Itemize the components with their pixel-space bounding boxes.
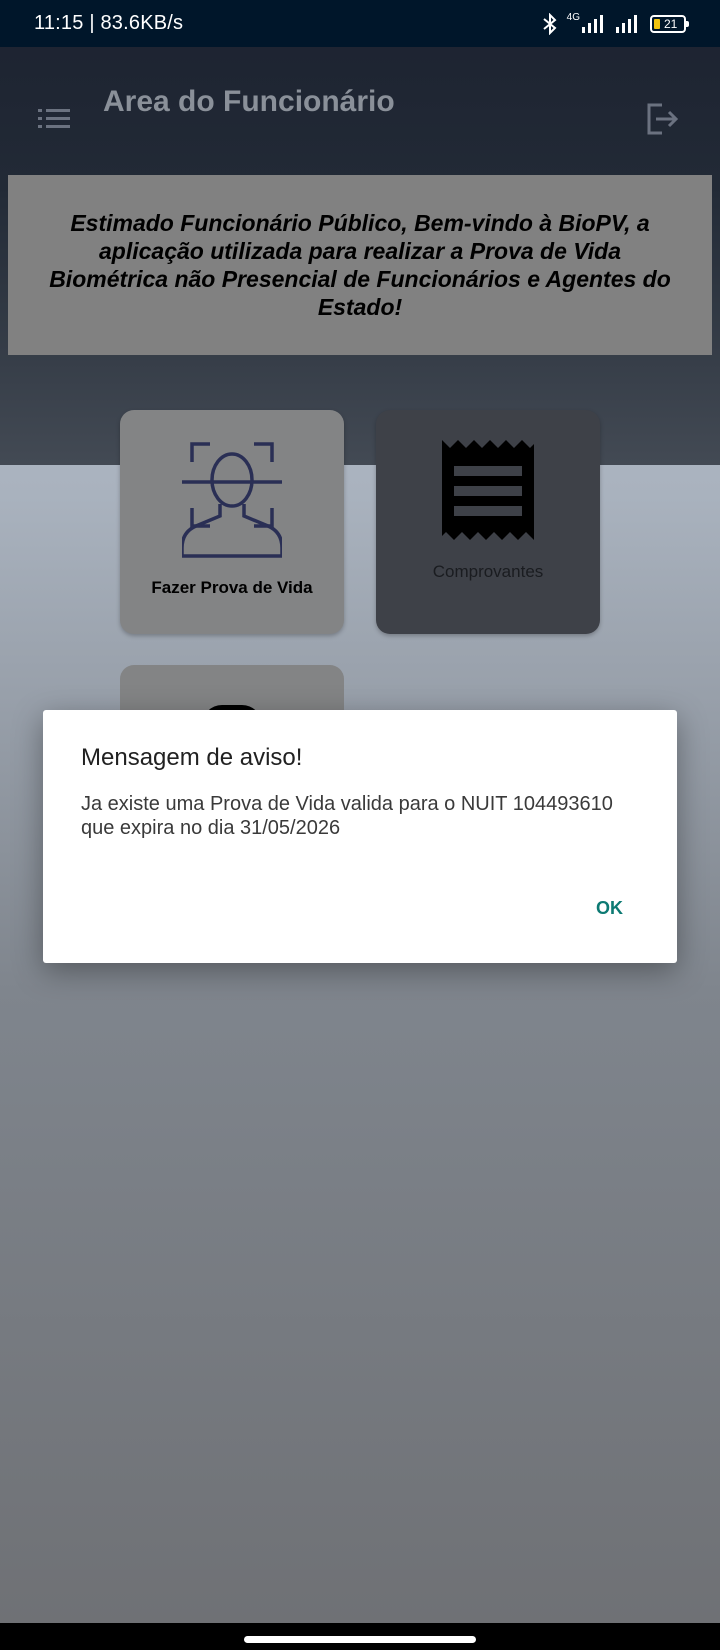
welcome-banner: Estimado Funcionário Público, Bem-vindo … [8,175,712,355]
status-icons: 4G 21 [541,12,689,35]
ok-button[interactable]: OK [588,892,631,925]
home-indicator[interactable] [244,1636,476,1643]
tile-label: Fazer Prova de Vida [151,578,313,597]
receipt-icon [442,440,534,540]
signal-icon [616,14,637,33]
network-type-label: 4G [566,12,580,23]
logout-icon[interactable] [646,103,680,140]
fazer-prova-de-vida-tile[interactable]: Fazer Prova de Vida [120,410,344,634]
tile-label: Comprovantes [432,562,544,581]
app-bar: Area do Funcionário [0,47,720,173]
battery-percent: 21 [664,16,678,31]
signal-icon [582,14,603,33]
page-title: Area do Funcionário [103,85,395,118]
dialog-message: Ja existe uma Prova de Vida valida para … [81,793,613,839]
warning-dialog: Mensagem de aviso! Ja existe uma Prova d… [43,710,677,963]
battery-level [654,18,660,29]
welcome-text: Estimado Funcionário Público, Bem-vindo … [49,210,671,320]
battery-icon: 21 [650,14,689,33]
dialog-title: Mensagem de aviso! [81,744,303,771]
app-screen: 11:15 | 83.6KB/s 4G 21 Area do Funcionár… [0,0,720,1650]
face-scan-icon [182,442,282,558]
comprovantes-tile[interactable]: Comprovantes [376,410,600,634]
status-bar: 11:15 | 83.6KB/s 4G 21 [0,0,720,47]
bluetooth-icon [543,12,557,35]
status-time-speed: 11:15 | 83.6KB/s [34,12,184,34]
list-icon[interactable] [38,107,72,136]
